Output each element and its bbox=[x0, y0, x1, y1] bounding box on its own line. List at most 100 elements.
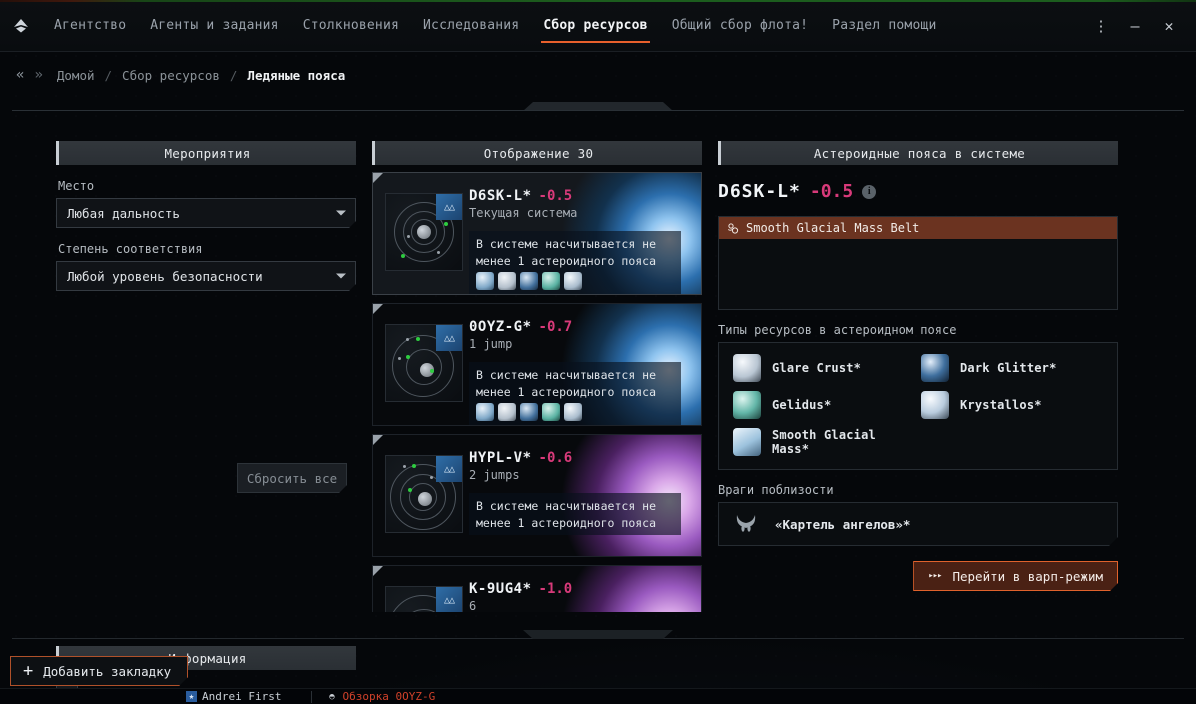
ore-name: Krystallos* bbox=[960, 398, 1042, 412]
minimize-icon[interactable]: — bbox=[1120, 11, 1150, 41]
system-description: В системе насчитывается не менее 1 астер… bbox=[476, 368, 657, 399]
system-security: -1.0 bbox=[538, 581, 573, 597]
object-dot bbox=[398, 357, 401, 360]
security-filter-value: Любой уровень безопасности bbox=[67, 268, 263, 284]
top-navigation-bar: Агентство Агенты и задания Столкновения … bbox=[0, 0, 1196, 52]
forward-glyph: » bbox=[34, 67, 43, 83]
breadcrumb-item-current: Ледяные пояса bbox=[247, 67, 346, 83]
nav-tab-2[interactable]: Столкновения bbox=[291, 0, 411, 52]
close-glyph: ✕ bbox=[1164, 16, 1174, 35]
ore-name: Gelidus* bbox=[772, 398, 832, 412]
results-panel-header: Отображение 30 bbox=[372, 141, 702, 165]
signal-dot bbox=[430, 369, 434, 373]
signal-dot bbox=[401, 254, 405, 258]
system-card[interactable]: △△ K-9UG4* -1.0 6 bbox=[372, 565, 702, 612]
ore-type-item: Gelidus* bbox=[733, 391, 915, 419]
belts-panel: Астероидные пояса в системе D6SK-L* -0.5… bbox=[718, 141, 1118, 591]
ore-name: Dark Glitter* bbox=[960, 361, 1057, 375]
nav-tab-6[interactable]: Раздел помощи bbox=[820, 0, 948, 52]
taskbar-item-scanner[interactable]: ◓ Обзорка 0OYZ-G bbox=[326, 690, 435, 703]
ore-type-list: Glare Crust* Dark Glitter* Gelidus* Krys… bbox=[718, 342, 1118, 470]
signal-dot bbox=[444, 222, 448, 226]
system-description-box: В системе насчитывается не менее 1 астер… bbox=[469, 231, 681, 294]
ore-icon-dark-glitter bbox=[921, 354, 949, 382]
breadcrumb: « » Домой / Сбор ресурсов / Ледяные пояс… bbox=[0, 52, 1196, 98]
breadcrumb-separator: / bbox=[104, 67, 113, 83]
belt-name: Smooth Glacial Mass Belt bbox=[746, 221, 920, 235]
security-filter-select[interactable]: Любой уровень безопасности bbox=[56, 261, 356, 291]
nav-tab-label: Агенты и задания bbox=[150, 18, 279, 33]
system-card[interactable]: △△ HYPL-V* -0.6 2 jumps В системе насчиты… bbox=[372, 434, 702, 557]
signal-dot bbox=[412, 464, 416, 468]
angel-cartel-icon bbox=[733, 512, 759, 536]
nav-tab-0[interactable]: Агентство bbox=[42, 0, 138, 52]
warp-to-button[interactable]: ▸▸▸ Перейти в варп-режим bbox=[913, 561, 1118, 591]
system-name: HYPL-V* bbox=[469, 450, 532, 466]
system-name: K-9UG4* bbox=[469, 581, 532, 597]
nav-forward-button[interactable]: » bbox=[28, 67, 46, 83]
ore-icon-glare-crust bbox=[498, 272, 516, 291]
breadcrumb-item-home[interactable]: Домой bbox=[47, 68, 105, 83]
back-glyph: « bbox=[16, 67, 25, 83]
application-window: Агентство Агенты и задания Столкновения … bbox=[0, 0, 1196, 704]
ore-icon-krystallos bbox=[921, 391, 949, 419]
nav-tab-label: Сбор ресурсов bbox=[543, 18, 648, 33]
object-dot bbox=[437, 251, 440, 254]
ice-belt-badge-icon: △△ bbox=[436, 456, 462, 482]
character-icon: ★ bbox=[186, 691, 197, 702]
ore-type-item: Smooth Glacial Mass* bbox=[733, 428, 915, 456]
taskbar-item-character[interactable]: ★ Andrei First bbox=[186, 690, 281, 703]
ice-belt-badge-icon: △△ bbox=[436, 587, 462, 612]
ore-icon-dark-glitter bbox=[520, 272, 538, 291]
nav-tab-label: Агентство bbox=[54, 18, 127, 33]
more-options-icon[interactable]: ⋮ bbox=[1086, 11, 1116, 41]
ore-icon-krystallos bbox=[564, 403, 582, 422]
signal-dot bbox=[416, 337, 420, 341]
system-description: В системе насчитывается не менее 1 астер… bbox=[476, 237, 657, 268]
system-card-info: D6SK-L* -0.5 Текущая система В системе на… bbox=[469, 185, 695, 294]
star-glyph bbox=[418, 492, 432, 506]
system-distance: 1 jump bbox=[469, 337, 513, 351]
nav-tab-5[interactable]: Общий сбор флота! bbox=[660, 0, 820, 52]
taskbar-item-label: Обзорка 0OYZ-G bbox=[342, 690, 436, 703]
nav-tab-resource-harvesting[interactable]: Сбор ресурсов bbox=[531, 0, 659, 52]
ore-type-item: Glare Crust* bbox=[733, 354, 915, 382]
system-name: 0OYZ-G* bbox=[469, 319, 532, 335]
reset-all-button[interactable]: Сбросить все bbox=[237, 463, 347, 493]
location-filter-value: Любая дальность bbox=[67, 205, 180, 221]
taskbar-separator bbox=[311, 690, 313, 703]
info-icon[interactable]: i bbox=[862, 184, 877, 199]
nav-back-button[interactable]: « bbox=[10, 67, 28, 83]
system-card[interactable]: △△ D6SK-L* -0.5 Текущая система В системе… bbox=[372, 172, 702, 295]
ore-section-label: Типы ресурсов в астероидном поясе bbox=[718, 323, 957, 337]
breadcrumb-item-harvesting[interactable]: Сбор ресурсов bbox=[112, 68, 230, 83]
ore-icon-dark-glitter bbox=[520, 403, 538, 422]
nav-tab-1[interactable]: Агенты и задания bbox=[138, 0, 290, 52]
star-glyph bbox=[417, 225, 431, 239]
system-security: -0.6 bbox=[538, 450, 573, 466]
close-icon[interactable]: ✕ bbox=[1154, 11, 1184, 41]
system-card[interactable]: △△ 0OYZ-G* -0.7 1 jump В системе насчитыв… bbox=[372, 303, 702, 426]
system-description: В системе насчитывается не менее 1 астер… bbox=[476, 499, 657, 530]
ore-icon-smooth-glacial-mass bbox=[476, 403, 494, 422]
nav-tab-label: Исследования bbox=[423, 18, 520, 33]
ore-icon-row bbox=[476, 272, 674, 291]
system-distance: 2 jumps bbox=[469, 468, 520, 482]
location-filter-label: Место bbox=[58, 179, 95, 193]
system-description-box: В системе насчитывается не менее 1 астер… bbox=[469, 362, 681, 425]
ore-icon-gelidus bbox=[542, 403, 560, 422]
top-divider bbox=[12, 110, 1184, 111]
object-dot bbox=[403, 465, 406, 468]
breadcrumb-separator: / bbox=[229, 67, 238, 83]
ore-type-item: Krystallos* bbox=[921, 391, 1103, 419]
add-bookmark-button[interactable]: + Добавить закладку bbox=[10, 656, 188, 686]
nav-tab-3[interactable]: Исследования bbox=[411, 0, 531, 52]
object-dot bbox=[430, 476, 433, 479]
belt-list-item[interactable]: Smooth Glacial Mass Belt bbox=[719, 217, 1117, 239]
ice-belt-badge-icon: △△ bbox=[436, 194, 462, 220]
location-filter-select[interactable]: Любая дальность bbox=[56, 198, 356, 228]
agency-logo-icon[interactable] bbox=[10, 15, 32, 37]
nav-tab-label: Столкновения bbox=[302, 18, 400, 33]
system-card-info: 0OYZ-G* -0.7 1 jump В системе насчитывает… bbox=[469, 316, 695, 425]
system-map-thumbnail: △△ bbox=[385, 193, 463, 271]
